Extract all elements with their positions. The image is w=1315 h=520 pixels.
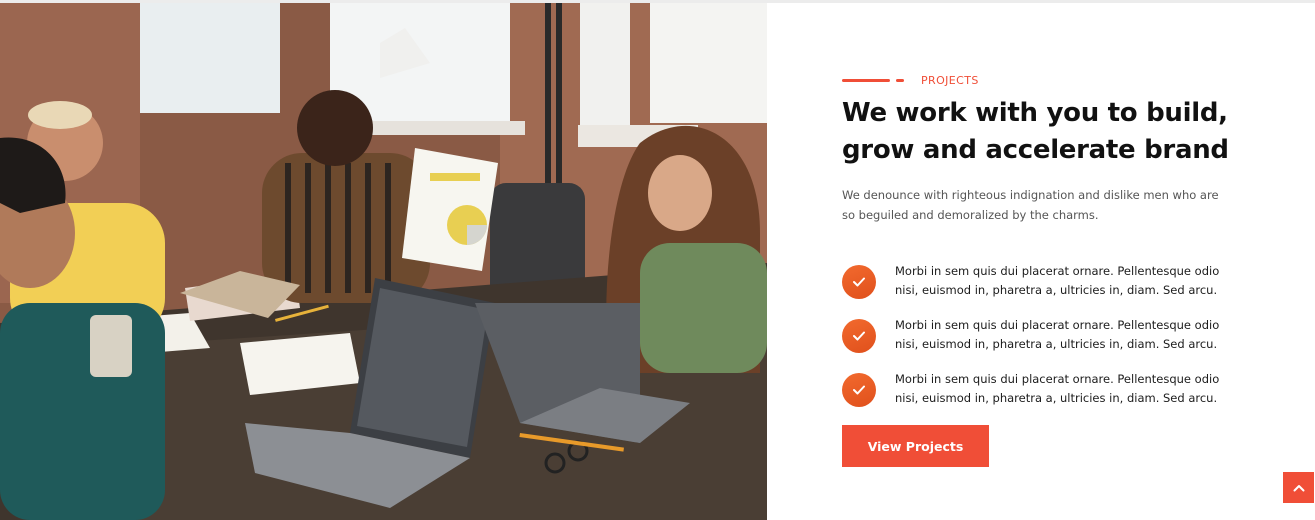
eyebrow-label: PROJECTS: [921, 73, 979, 87]
section-lead: We denounce with righteous indignation a…: [842, 185, 1222, 225]
scroll-to-top-button[interactable]: [1283, 472, 1314, 503]
eyebrow-dash-long: [842, 78, 890, 82]
section-eyebrow: PROJECTS: [842, 73, 979, 87]
feature-text-line: Morbi in sem quis dui placerat ornare. P…: [895, 318, 1220, 332]
section-lead-line: We denounce with righteous indignation a…: [842, 188, 1219, 202]
check-icon: [842, 265, 876, 299]
feature-text: Morbi in sem quis dui placerat ornare. P…: [895, 370, 1235, 408]
feature-text-line: Morbi in sem quis dui placerat ornare. P…: [895, 264, 1220, 278]
section-title: We work with you to build, grow and acce…: [842, 95, 1262, 169]
feature-item: Morbi in sem quis dui placerat ornare. P…: [842, 262, 1232, 316]
team-meeting-photo: [0, 3, 767, 520]
feature-item: Morbi in sem quis dui placerat ornare. P…: [842, 370, 1232, 424]
chevron-up-icon: [1293, 484, 1304, 491]
feature-text-line: nisi, euismod in, pharetra a, ultricies …: [895, 337, 1218, 351]
check-icon: [842, 373, 876, 407]
section-title-line: We work with you to build,: [842, 98, 1228, 128]
feature-text-line: nisi, euismod in, pharetra a, ultricies …: [895, 391, 1218, 405]
eyebrow-dash-short: [896, 78, 904, 82]
feature-text: Morbi in sem quis dui placerat ornare. P…: [895, 262, 1235, 300]
feature-text-line: Morbi in sem quis dui placerat ornare. P…: [895, 372, 1220, 386]
section-title-line: grow and accelerate brand: [842, 135, 1229, 165]
section-lead-line: so beguiled and demoralized by the charm…: [842, 208, 1099, 222]
check-icon: [842, 319, 876, 353]
feature-text-line: nisi, euismod in, pharetra a, ultricies …: [895, 283, 1218, 297]
feature-item: Morbi in sem quis dui placerat ornare. P…: [842, 316, 1232, 370]
projects-section: PROJECTS We work with you to build, grow…: [842, 0, 1242, 520]
feature-list: Morbi in sem quis dui placerat ornare. P…: [842, 262, 1232, 424]
view-projects-button[interactable]: View Projects: [842, 425, 989, 467]
feature-text: Morbi in sem quis dui placerat ornare. P…: [895, 316, 1235, 354]
